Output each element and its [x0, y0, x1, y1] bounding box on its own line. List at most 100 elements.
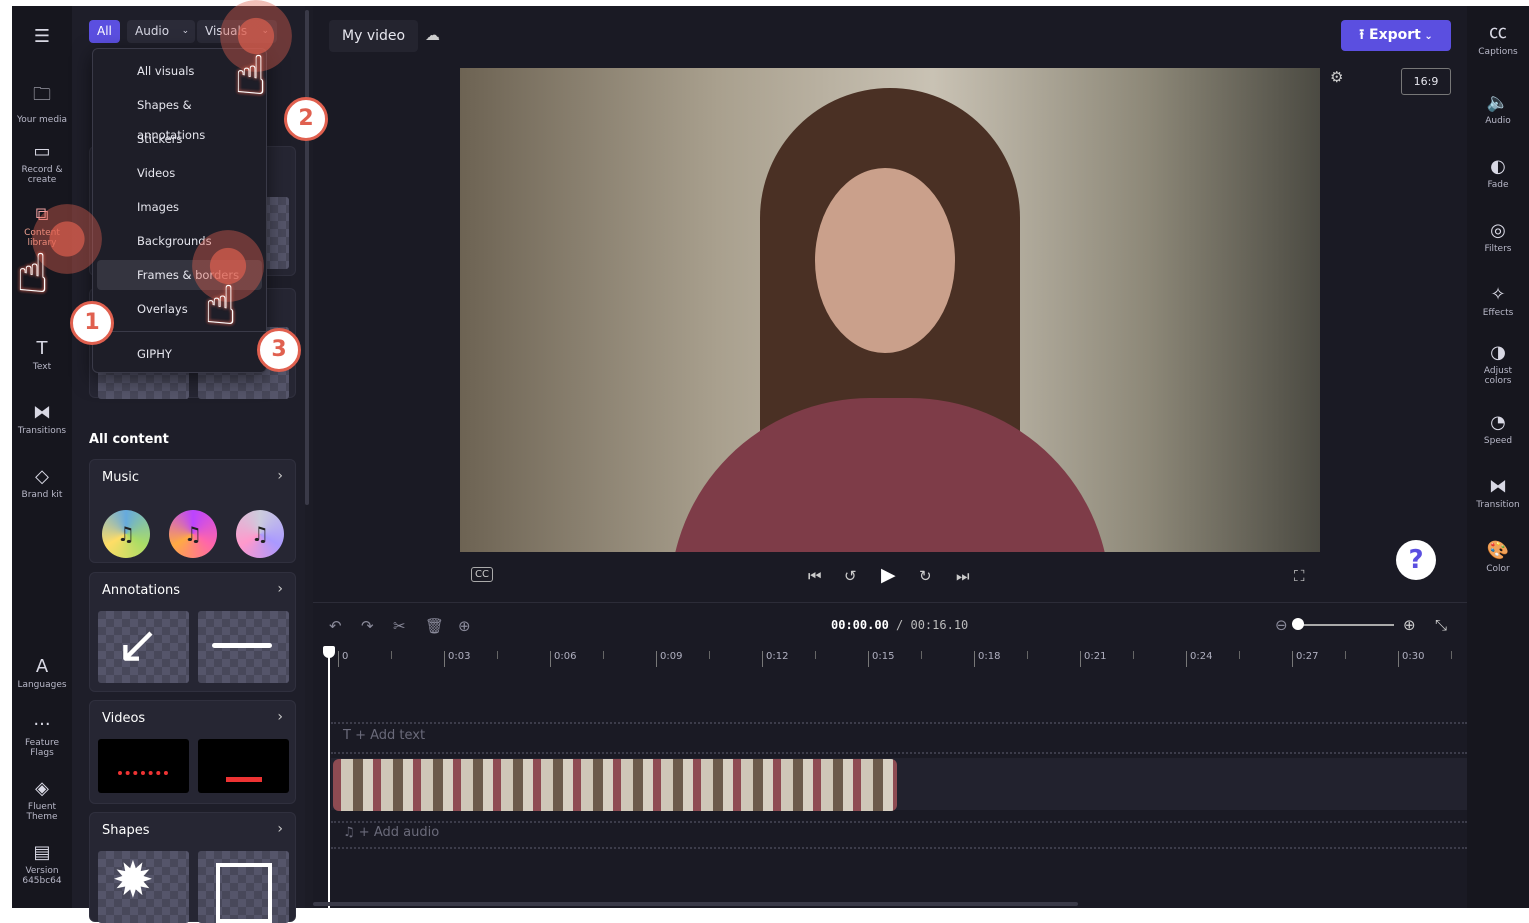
fullscreen-icon[interactable]: ⛶ [1294, 567, 1305, 585]
rail-fade[interactable]: ◐ Fade [1467, 156, 1529, 190]
zoom-slider-thumb[interactable] [1292, 618, 1304, 630]
zoom-in-icon[interactable]: ⊕ [1403, 616, 1416, 634]
project-name-input[interactable]: My video [329, 20, 419, 52]
playhead[interactable] [323, 646, 335, 908]
playhead-handle[interactable] [323, 646, 335, 658]
settings-gear-icon[interactable]: ⚙ [1330, 68, 1343, 86]
menu-giphy[interactable]: GIPHY [97, 339, 262, 369]
menu-images[interactable]: Images [97, 192, 262, 222]
music-note-icon: ♫ [343, 825, 359, 840]
timeline-divider [313, 602, 1467, 603]
editor-main: My video ☁ ⭱ Export ⌄ ⚙ 16:9 CC ⏮ ↺ ▶ ↻ … [313, 6, 1467, 908]
speed-icon: ◔ [1490, 412, 1506, 433]
filter-all[interactable]: All [89, 20, 120, 43]
add-audio-track[interactable]: ♫ + Add audio [343, 825, 439, 840]
video-thumb[interactable] [98, 739, 189, 793]
cut-icon[interactable]: ✂ [393, 617, 406, 635]
menu-videos[interactable]: Videos [97, 158, 262, 188]
ruler-minor-tick [815, 651, 816, 659]
rail-adjust-colors[interactable]: ◑ Adjust colors [1467, 342, 1529, 386]
rail-text[interactable]: T Text [12, 338, 72, 372]
fit-timeline-icon[interactable]: ⤡ [1435, 616, 1447, 634]
paint-bucket-icon: ◈ [35, 778, 49, 799]
skip-forward-icon[interactable]: ⏭ [956, 567, 970, 585]
rail-version: ▤ Version 645bc64 [12, 842, 72, 886]
redo-icon[interactable]: ↷ [361, 617, 374, 635]
upload-icon: ⭱ [1359, 27, 1370, 43]
delete-icon[interactable]: 🗑 [425, 617, 444, 635]
line-annotation-thumb[interactable] [198, 611, 289, 683]
menu-divider [93, 331, 266, 332]
help-button[interactable]: ? [1396, 540, 1436, 580]
rail-your-media[interactable]: 🗀 Your media [12, 82, 72, 125]
music-note-icon[interactable]: ♫ [236, 510, 284, 558]
text-icon: T [36, 338, 48, 359]
chevron-right-icon[interactable]: › [277, 581, 283, 597]
skip-back-icon[interactable]: ⏮ [808, 567, 822, 585]
zoom-out-icon[interactable]: ⊖ [1275, 616, 1288, 634]
play-icon[interactable]: ▶ [881, 564, 896, 586]
chevron-down-icon: ⌄ [181, 26, 190, 36]
rail-transitions[interactable]: ⧓ Transitions [12, 402, 72, 436]
card-shapes[interactable]: Shapes › ✹ [89, 812, 296, 923]
rail-audio[interactable]: 🔈 Audio [1467, 92, 1529, 126]
frame-shape-thumb[interactable] [198, 851, 289, 923]
preview-body [670, 398, 1110, 552]
time-display: 00:00.00 / 00:16.10 [831, 618, 969, 632]
rail-effects[interactable]: ✧ Effects [1467, 284, 1529, 318]
ruler-tick-label: 0:03 [444, 651, 470, 667]
chevron-right-icon[interactable]: › [277, 709, 283, 725]
chevron-right-icon[interactable]: › [277, 821, 283, 837]
music-note-icon[interactable]: ♫ [102, 510, 150, 558]
rail-speed[interactable]: ◔ Speed [1467, 412, 1529, 446]
filters-icon: ◎ [1490, 220, 1506, 241]
rewind-5-icon[interactable]: ↺ [844, 567, 857, 585]
ruler-tick-label: 0:27 [1292, 651, 1318, 667]
video-clip[interactable] [333, 759, 897, 811]
video-preview[interactable] [460, 68, 1320, 552]
burst-shape-thumb[interactable]: ✹ [98, 851, 189, 923]
track-separator [331, 722, 1467, 724]
rail-transition[interactable]: ⧓ Transition [1467, 476, 1529, 510]
add-media-icon[interactable]: ⊕ [458, 617, 471, 635]
rail-record-create[interactable]: ▭ Record & create [12, 141, 72, 185]
preview-face [815, 168, 955, 353]
rail-feature-flags[interactable]: ··· Feature Flags [12, 714, 72, 758]
captions-toggle-icon[interactable]: CC [471, 567, 493, 582]
video-thumb[interactable] [198, 739, 289, 793]
timeline-scrollbar[interactable] [313, 902, 1078, 906]
filter-audio[interactable]: Audio ⌄ [127, 20, 196, 43]
add-text-track[interactable]: T + Add text [343, 728, 425, 743]
rail-brand-kit[interactable]: ◇ Brand kit [12, 466, 72, 500]
ruler-tick-label: 0:06 [550, 651, 576, 667]
menu-stickers[interactable]: Stickers [97, 124, 262, 154]
transition-icon: ⧓ [1489, 476, 1507, 497]
card-annotations[interactable]: Annotations › ↙ [89, 572, 296, 692]
ruler-tick-label: 0:09 [656, 651, 682, 667]
card-music[interactable]: Music › ♫ ♫ ♫ [89, 459, 296, 563]
ruler-minor-tick [497, 651, 498, 659]
rail-color[interactable]: 🎨 Color [1467, 540, 1529, 574]
panel-scrollbar[interactable] [305, 10, 309, 505]
rail-languages[interactable]: A Languages [12, 656, 72, 690]
rail-filters[interactable]: ◎ Filters [1467, 220, 1529, 254]
rail-fluent-theme[interactable]: ◈ Fluent Theme [12, 778, 72, 822]
pointing-hand-icon: ☝ [16, 242, 49, 305]
folder-icon: 🗀 [33, 84, 51, 105]
cloud-saved-icon: ☁ [425, 26, 440, 44]
export-button[interactable]: ⭱ Export ⌄ [1341, 20, 1451, 51]
rail-captions[interactable]: ㏄ Captions [1467, 18, 1529, 57]
music-note-icon[interactable]: ♫ [169, 510, 217, 558]
arrow-annotation-thumb[interactable]: ↙ [98, 611, 189, 683]
ruler-minor-tick [709, 651, 710, 659]
chevron-right-icon[interactable]: › [277, 468, 283, 484]
camera-icon: ▭ [33, 141, 51, 162]
undo-icon[interactable]: ↶ [329, 617, 342, 635]
zoom-slider[interactable] [1292, 618, 1394, 630]
adjust-colors-icon: ◑ [1490, 342, 1506, 363]
aspect-ratio-button[interactable]: 16:9 [1401, 68, 1451, 95]
menu-button[interactable]: ☰ [12, 26, 72, 50]
chevron-down-icon: ⌄ [1420, 31, 1433, 42]
card-videos[interactable]: Videos › [89, 700, 296, 804]
forward-5-icon[interactable]: ↻ [919, 567, 932, 585]
